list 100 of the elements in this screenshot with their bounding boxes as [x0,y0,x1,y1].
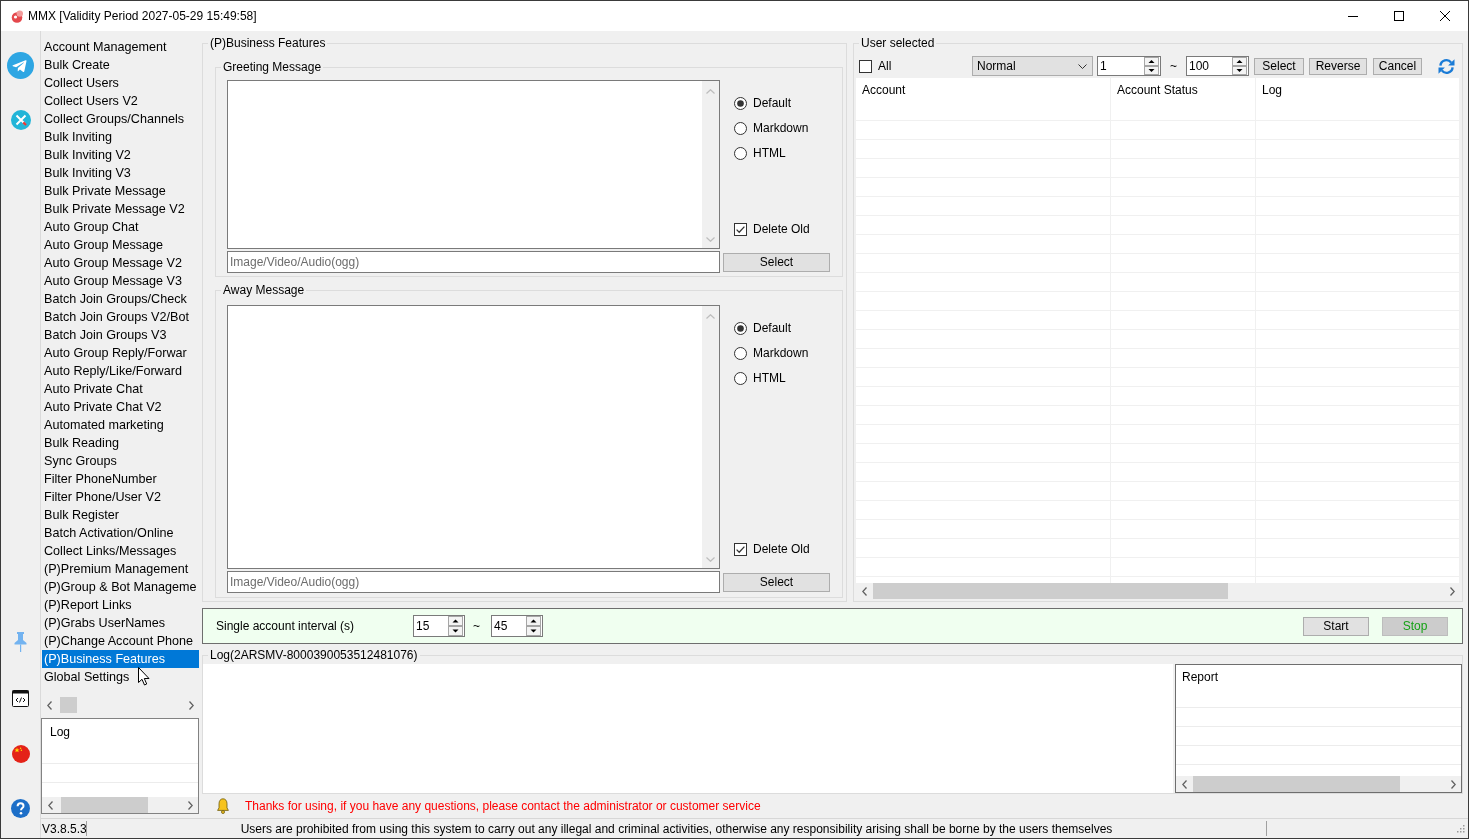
spin-up-button[interactable] [1144,57,1159,66]
spin-up-button[interactable] [526,616,541,626]
radio-icon[interactable] [734,321,747,335]
code-window-icon[interactable] [12,690,29,707]
sidebar-item[interactable]: (P)Premium Management [42,560,199,578]
sidebar-item[interactable]: Auto Group Message [42,236,199,254]
checkbox-option[interactable]: Delete Old [734,542,830,556]
sidebar-item[interactable]: Account Management [42,38,199,56]
sidebar-item[interactable]: Collect Users [42,74,199,92]
horizontal-scrollbar[interactable] [1176,776,1461,792]
checkbox-option[interactable]: Delete Old [734,222,830,236]
sidebar-item[interactable]: Auto Private Chat V2 [42,398,199,416]
scroll-right-icon[interactable] [1450,779,1456,789]
sidebar-item[interactable]: Bulk Inviting [42,128,199,146]
sidebar-item[interactable]: Bulk Private Message V2 [42,200,199,218]
sidebar-item[interactable]: Bulk Private Message [42,182,199,200]
horizontal-scrollbar[interactable] [42,797,198,813]
number-field[interactable]: 100 [1186,56,1249,76]
reverse-button[interactable]: Reverse [1309,57,1367,75]
start-button[interactable]: Start [1303,616,1369,636]
sidebar-item[interactable]: (P)Business Features [42,650,199,668]
sidebar-item[interactable]: Collect Users V2 [42,92,199,110]
checkbox-option[interactable]: All [856,59,972,73]
checkbox-icon[interactable] [734,222,747,236]
scrollbar-thumb[interactable] [1193,776,1400,792]
number-field[interactable]: 1 [1097,56,1161,76]
sidebar-item[interactable]: Sync Groups [42,452,199,470]
format-option[interactable]: HTML [734,371,830,385]
sidebar-item[interactable]: Bulk Inviting V3 [42,164,199,182]
column-header[interactable]: Log [42,719,198,745]
scroll-left-icon[interactable] [47,800,53,810]
sidebar-item[interactable]: Collect Groups/Channels [42,110,199,128]
radio-icon[interactable] [734,371,747,385]
sidebar-item[interactable]: Auto Reply/Like/Forward [42,362,199,380]
media-path-field[interactable]: Image/Video/Audio(ogg) [227,571,720,593]
sidebar-item[interactable]: Batch Join Groups/Check [42,290,199,308]
scroll-left-icon[interactable] [46,700,52,710]
sidebar-item[interactable]: Batch Activation/Online [42,524,199,542]
scrollbar-thumb[interactable] [61,797,148,813]
spin-up-button[interactable] [448,616,463,626]
spin-down-button[interactable] [448,626,463,636]
media-path-field[interactable]: Image/Video/Audio(ogg) [227,251,720,273]
sidebar-item[interactable]: Bulk Create [42,56,199,74]
sidebar-item[interactable]: Auto Private Chat [42,380,199,398]
sidebar-item[interactable]: Auto Group Message V2 [42,254,199,272]
scrollbar-thumb[interactable] [60,697,77,713]
spin-down-button[interactable] [1232,66,1247,75]
sidebar-item[interactable]: Auto Group Message V3 [42,272,199,290]
sidebar-item[interactable]: Filter Phone/User V2 [42,488,199,506]
number-field[interactable]: 45 [491,615,543,637]
spin-up-button[interactable] [1232,57,1247,66]
refresh-icon[interactable] [1438,57,1455,75]
sidebar-item[interactable]: Collect Links/Messages [42,542,199,560]
sidebar-item[interactable]: (P)Group & Bot Manageme [42,578,199,596]
checkbox-icon[interactable] [859,59,872,73]
sidebar-item[interactable]: Bulk Inviting V2 [42,146,199,164]
scrollbar-thumb[interactable] [873,583,1228,599]
checkbox-icon[interactable] [734,542,747,556]
sidebar-item[interactable]: (P)Report Links [42,596,199,614]
column-header[interactable]: Report [1176,665,1461,689]
select-button[interactable]: Select [723,252,830,272]
scroll-left-icon[interactable] [861,586,867,596]
scroll-right-icon[interactable] [1449,586,1455,596]
scroll-left-icon[interactable] [1181,779,1187,789]
message-input[interactable] [227,305,720,569]
format-option[interactable]: Default [734,321,830,335]
sidebar-item[interactable]: (P)Change Account Phone [42,632,199,650]
horizontal-scrollbar[interactable] [856,583,1460,599]
scroll-right-icon[interactable] [187,800,193,810]
sidebar-item[interactable]: Auto Group Chat [42,218,199,236]
scroll-right-icon[interactable] [188,700,194,710]
message-input[interactable] [227,80,720,249]
sidebar-item[interactable]: (P)Grabs UserNames [42,614,199,632]
number-field[interactable]: 15 [413,615,465,637]
select-button[interactable]: Select [723,572,830,592]
radio-icon[interactable] [734,96,747,110]
format-option[interactable]: Default [734,96,830,110]
cancel-button[interactable]: Cancel [1373,57,1422,75]
sidebar-item[interactable]: Auto Group Reply/Forwar [42,344,199,362]
sidebar-item[interactable]: Filter PhoneNumber [42,470,199,488]
format-option[interactable]: Markdown [734,121,830,135]
paper-plane-icon[interactable] [7,52,34,79]
spin-down-button[interactable] [526,626,541,636]
radio-icon[interactable] [734,146,747,160]
spin-down-button[interactable] [1144,66,1159,75]
sidebar-item[interactable]: Automated marketing [42,416,199,434]
help-icon[interactable] [11,799,30,818]
mode-dropdown[interactable]: Normal [972,56,1093,76]
sidebar-item[interactable]: Batch Join Groups V3 [42,326,199,344]
radio-icon[interactable] [734,121,747,135]
radio-icon[interactable] [734,346,747,360]
format-option[interactable]: HTML [734,146,830,160]
format-option[interactable]: Markdown [734,346,830,360]
sidebar-item[interactable]: Bulk Register [42,506,199,524]
flag-ball-icon[interactable] [11,745,30,763]
sidebar-item[interactable]: Batch Join Groups V2/Bot [42,308,199,326]
select-button[interactable]: Select [1254,57,1304,75]
tools-icon[interactable] [10,110,31,130]
sidebar-item[interactable]: Global Settings [42,668,199,686]
sidebar-item[interactable]: Bulk Reading [42,434,199,452]
